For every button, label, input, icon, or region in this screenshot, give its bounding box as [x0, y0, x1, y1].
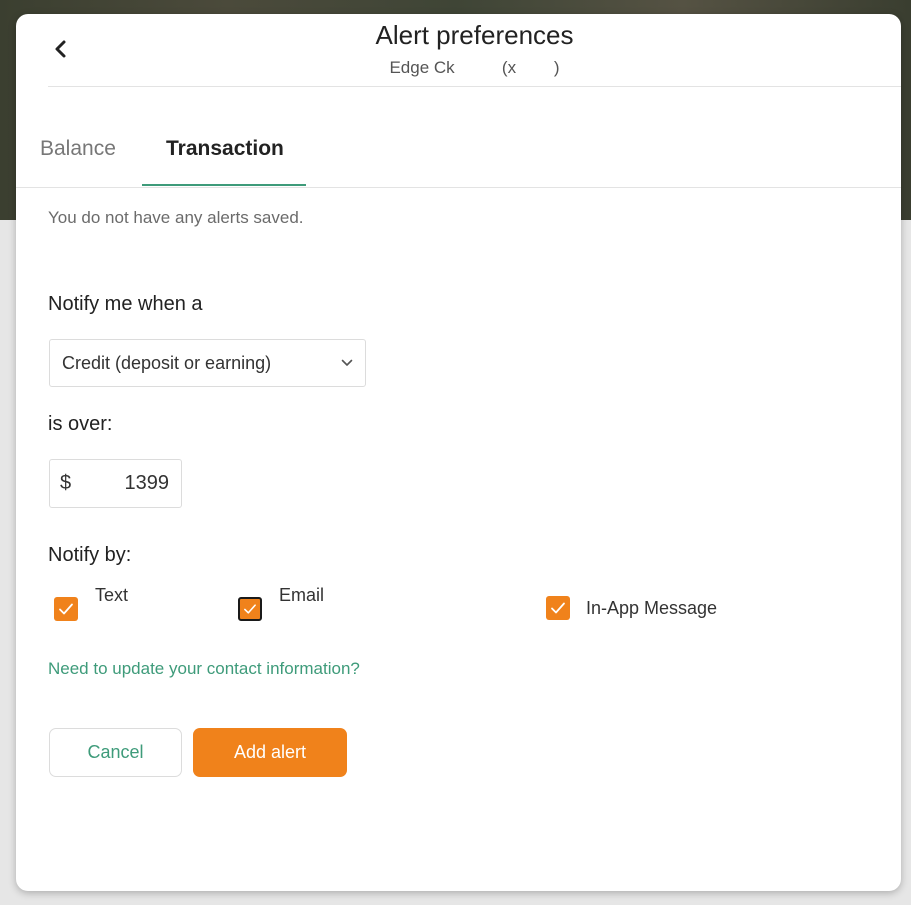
text-channel-label: Text — [95, 585, 129, 605]
amount-value: 1399 — [124, 472, 170, 494]
update-contact-link[interactable]: Need to update your contact information? — [48, 659, 360, 679]
notify-by-label: Notify by: — [48, 544, 132, 566]
active-tab-indicator — [142, 184, 306, 186]
account-name: Edge Ck — [389, 58, 455, 77]
currency-symbol: $ — [60, 472, 72, 494]
add-alert-button[interactable]: Add alert — [193, 728, 347, 777]
channel-in-app-option[interactable]: In-App Message — [546, 596, 717, 620]
alert-tabs: Balance Transaction — [16, 87, 901, 188]
email-channel-label: Email — [279, 585, 325, 605]
check-icon — [59, 603, 73, 615]
transaction-type-select[interactable]: Credit (deposit or earning) — [49, 339, 366, 387]
check-icon — [551, 602, 565, 614]
notify-when-label: Notify me when a — [48, 293, 203, 315]
no-alerts-message: You do not have any alerts saved. — [48, 208, 304, 227]
chevron-down-icon — [341, 359, 353, 367]
check-icon — [244, 604, 256, 614]
amount-input[interactable]: $ 1399 — [49, 459, 182, 508]
account-number: (x ) — [501, 58, 560, 77]
dialog-header: Alert preferences Edge Ck (x ) — [48, 14, 901, 87]
text-checkbox[interactable] — [54, 597, 78, 621]
account-subtitle: Edge Ck (x ) — [48, 58, 901, 78]
channel-text-option[interactable]: Text — [54, 585, 128, 621]
in-app-checkbox[interactable] — [546, 596, 570, 620]
tab-transaction[interactable]: Transaction — [166, 137, 284, 161]
is-over-label: is over: — [48, 413, 113, 435]
transaction-type-value: Credit (deposit or earning) — [62, 352, 272, 373]
alert-preferences-dialog: Alert preferences Edge Ck (x ) Balance T… — [16, 14, 901, 891]
email-checkbox[interactable] — [238, 597, 262, 621]
channel-email-option[interactable]: Email — [238, 585, 324, 621]
cancel-button[interactable]: Cancel — [49, 728, 182, 777]
page-title: Alert preferences — [375, 20, 574, 50]
in-app-channel-label: In-App Message — [586, 597, 718, 618]
tab-balance[interactable]: Balance — [40, 137, 116, 161]
